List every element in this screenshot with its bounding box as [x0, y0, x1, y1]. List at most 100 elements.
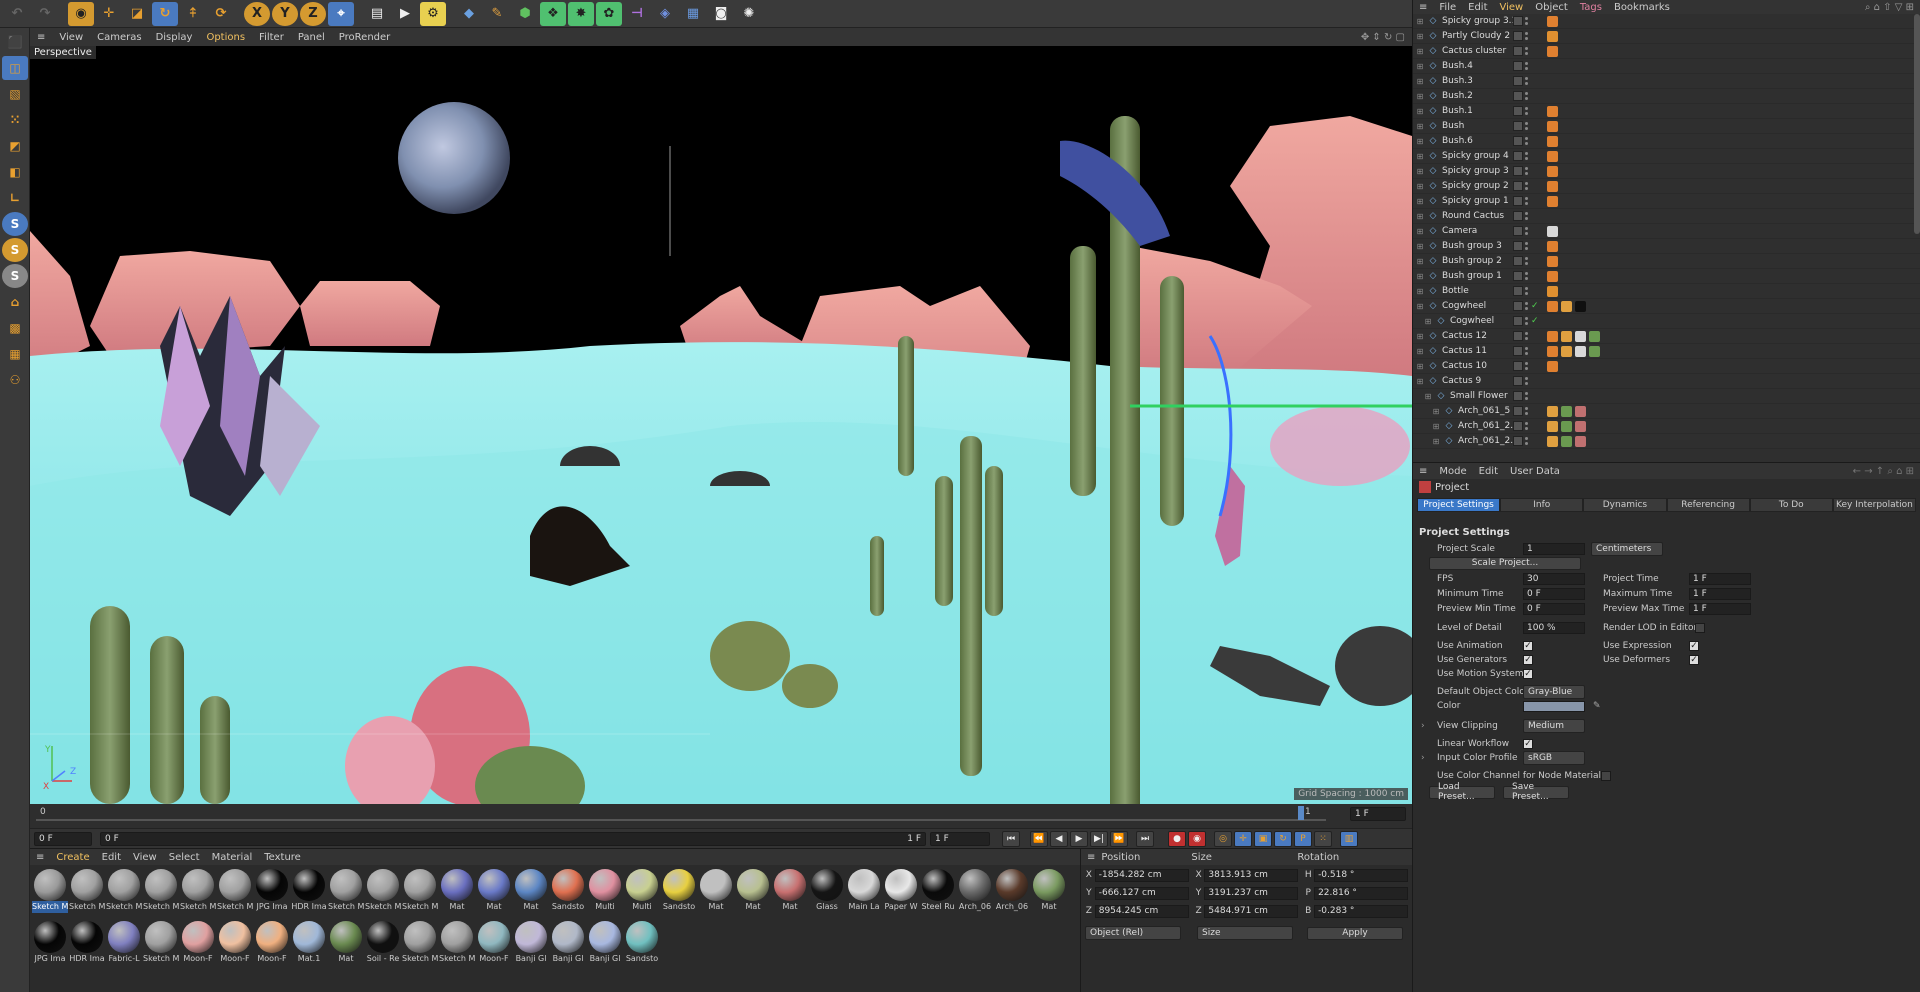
menu-object[interactable]: Object	[1529, 2, 1574, 13]
material-swatch[interactable]: Moon-F	[217, 919, 253, 969]
previous-key-icon[interactable]: ⏪	[1030, 830, 1048, 847]
playhead-marker[interactable]	[1298, 806, 1304, 820]
expand-arrow-icon[interactable]: ›	[1421, 721, 1437, 731]
scale-project-button[interactable]: Scale Project...	[1429, 556, 1581, 570]
menu-panel[interactable]: Panel	[291, 32, 332, 43]
timeline-icon[interactable]: ▥	[1340, 830, 1358, 847]
workplane-grid-icon[interactable]: ▦	[2, 342, 28, 366]
layer-checkbox[interactable]	[1513, 61, 1523, 71]
color-swatch[interactable]	[1523, 700, 1585, 712]
object-name[interactable]: Arch_061_2.2	[1455, 436, 1513, 446]
object-row[interactable]: ⊞ ◇ Cactus 9	[1413, 374, 1920, 389]
position-field[interactable]: 8954.245 cm	[1094, 904, 1189, 918]
material-tag-icon[interactable]	[1589, 330, 1600, 342]
material-tag-icon[interactable]	[1575, 345, 1586, 357]
object-name[interactable]: Camera	[1439, 226, 1513, 236]
object-name[interactable]: Bush	[1439, 121, 1513, 131]
menu-edit[interactable]: Edit	[1473, 466, 1504, 477]
material-swatch[interactable]: JPG Ima	[32, 919, 68, 969]
menu-edit[interactable]: Edit	[1462, 2, 1493, 13]
object-name[interactable]: Partly Cloudy 2	[1439, 31, 1513, 41]
menu-user-data[interactable]: User Data	[1504, 466, 1566, 477]
visibility-dots-icon[interactable]	[1525, 166, 1529, 176]
edges-mode-icon[interactable]: ◩	[2, 134, 28, 158]
object-row[interactable]: ⊞ ◇ Cogwheel ✓	[1413, 299, 1920, 314]
material-tag-icon[interactable]	[1547, 285, 1558, 297]
object-row[interactable]: ⊞ ◇ Bush.3	[1413, 74, 1920, 89]
material-tag-icon[interactable]	[1547, 240, 1558, 252]
use-animation-checkbox[interactable]: ✓	[1523, 641, 1533, 651]
visibility-dots-icon[interactable]	[1525, 421, 1529, 431]
live-selection-icon[interactable]: ◉	[68, 1, 94, 26]
object-name[interactable]: Cactus 12	[1439, 331, 1513, 341]
material-swatch[interactable]: Mat	[476, 867, 512, 917]
undo-icon[interactable]: ↶	[4, 2, 30, 26]
material-tag-icon[interactable]	[1547, 225, 1558, 237]
material-tag-icon[interactable]	[1547, 120, 1558, 132]
visibility-dots-icon[interactable]	[1525, 121, 1529, 131]
cloner-icon[interactable]: ❖	[540, 1, 566, 26]
material-swatch[interactable]: Mat	[439, 867, 475, 917]
object-name[interactable]: Cactus cluster	[1439, 46, 1513, 56]
lock-y-icon[interactable]: Y	[272, 1, 298, 26]
material-tag-icon[interactable]	[1547, 255, 1558, 267]
key-pla-icon[interactable]: ⁙	[1314, 830, 1332, 847]
previous-frame-icon[interactable]: ◀	[1050, 830, 1068, 847]
position-field[interactable]: -1854.282 cm	[1094, 868, 1189, 882]
apply-button[interactable]: Apply	[1307, 926, 1403, 940]
menu-file[interactable]: File	[1433, 2, 1462, 13]
3d-viewport[interactable]: Perspective Y X Z Grid Spacing: 1000 cm	[30, 46, 1412, 804]
expand-toggle-icon[interactable]: ⊞	[1413, 47, 1427, 56]
object-name[interactable]: Spicky group 3	[1439, 166, 1513, 176]
material-swatch[interactable]: JPG Ima	[254, 867, 290, 917]
layer-checkbox[interactable]	[1513, 256, 1523, 266]
go-to-start-icon[interactable]: ⏮	[1002, 830, 1020, 847]
material-swatch[interactable]: Banji Gl	[513, 919, 549, 969]
material-tag-icon[interactable]	[1561, 420, 1572, 432]
object-row[interactable]: ⊞ ◇ Round Cactus	[1413, 209, 1920, 224]
layer-checkbox[interactable]	[1513, 391, 1523, 401]
enabled-check-icon[interactable]: ✓	[1531, 301, 1539, 311]
material-tag-icon[interactable]	[1547, 420, 1558, 432]
visibility-dots-icon[interactable]	[1525, 301, 1529, 311]
object-row[interactable]: ⊞ ◇ Spicky group 1	[1413, 194, 1920, 209]
layer-checkbox[interactable]	[1513, 376, 1523, 386]
expand-toggle-icon[interactable]: ⊞	[1413, 257, 1427, 266]
object-row[interactable]: ⊞ ◇ Bush	[1413, 119, 1920, 134]
object-row[interactable]: ⊞ ◇ Cactus 12	[1413, 329, 1920, 344]
expand-toggle-icon[interactable]: ⊞	[1413, 347, 1427, 356]
cube-icon[interactable]: ◆	[456, 2, 482, 26]
ruler-track[interactable]	[36, 819, 1326, 821]
material-tag-icon[interactable]	[1547, 330, 1558, 342]
object-row[interactable]: ⊞ ◇ Bush.4	[1413, 59, 1920, 74]
layer-checkbox[interactable]	[1513, 346, 1523, 356]
expand-toggle-icon[interactable]: ⊞	[1429, 407, 1443, 416]
expand-toggle-icon[interactable]: ⊞	[1413, 272, 1427, 281]
visibility-dots-icon[interactable]	[1525, 136, 1529, 146]
visibility-dots-icon[interactable]	[1525, 241, 1529, 251]
material-swatch[interactable]: Steel Ru	[920, 867, 956, 917]
object-row[interactable]: ⊞ ◇ Arch_061_2.3	[1413, 419, 1920, 434]
snap-icon[interactable]: S	[2, 212, 28, 236]
material-swatch[interactable]: Sketch M	[143, 919, 179, 969]
attribute-nav-icons[interactable]: ← → ↑ ⌕ ⌂ ⊞	[1847, 466, 1920, 477]
layer-checkbox[interactable]	[1513, 196, 1523, 206]
visibility-dots-icon[interactable]	[1525, 76, 1529, 86]
material-swatch[interactable]: Mat	[513, 867, 549, 917]
visibility-dots-icon[interactable]	[1525, 181, 1529, 191]
material-swatch[interactable]: Mat	[1031, 867, 1067, 917]
material-tag-icon[interactable]	[1547, 360, 1558, 372]
menu-mode[interactable]: Mode	[1433, 466, 1472, 477]
material-swatch[interactable]: Sandsto	[661, 867, 697, 917]
pen-icon[interactable]: ✎	[484, 2, 510, 26]
level-of-detail-field[interactable]: 100 %	[1523, 622, 1585, 634]
object-name[interactable]: Spicky group 1	[1439, 196, 1513, 206]
rotate-icon[interactable]: ↻	[152, 1, 178, 26]
expand-arrow-icon[interactable]: ›	[1421, 753, 1437, 763]
quantize-icon[interactable]: S	[2, 264, 28, 288]
layer-checkbox[interactable]	[1513, 271, 1523, 281]
visibility-dots-icon[interactable]	[1525, 361, 1529, 371]
visibility-dots-icon[interactable]	[1525, 16, 1529, 26]
view-clipping-dropdown[interactable]: Medium	[1523, 719, 1585, 733]
input-color-profile-dropdown[interactable]: sRGB	[1523, 751, 1585, 765]
